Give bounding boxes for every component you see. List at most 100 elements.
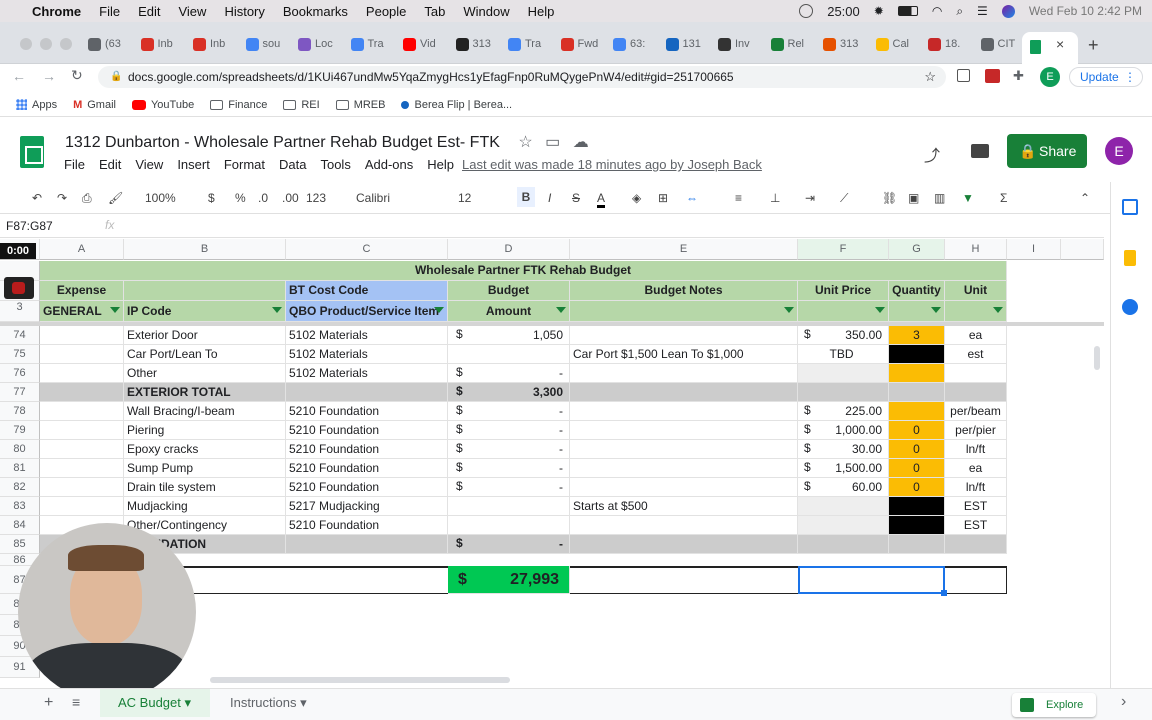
- browser-tab[interactable]: 313: [823, 31, 858, 57]
- active-tab[interactable]: ×: [1022, 32, 1078, 64]
- minimize-window-icon[interactable]: [40, 38, 52, 50]
- italic-button[interactable]: I: [548, 191, 551, 205]
- share-button[interactable]: 🔒 Share: [1007, 134, 1087, 168]
- menu-tab[interactable]: Tab: [424, 4, 445, 19]
- battery-icon[interactable]: [897, 6, 918, 16]
- browser-tab[interactable]: Rel: [770, 31, 804, 57]
- functions-icon[interactable]: Σ: [1000, 191, 1007, 205]
- column-header-f[interactable]: F: [798, 239, 889, 260]
- horizontal-align-icon[interactable]: ≡: [735, 191, 742, 205]
- browser-tab[interactable]: Inv: [718, 31, 750, 57]
- zoom-select[interactable]: 100%: [145, 191, 176, 205]
- currency-format-button[interactable]: $: [208, 191, 215, 205]
- extension-icon[interactable]: [957, 69, 970, 82]
- add-sheet-icon[interactable]: +: [44, 694, 53, 712]
- browser-tab[interactable]: Inb: [193, 31, 225, 57]
- move-folder-icon[interactable]: ▭: [545, 134, 560, 151]
- menu-bookmarks[interactable]: Bookmarks: [283, 4, 348, 19]
- zoom-window-icon[interactable]: [60, 38, 72, 50]
- docs-menu-addons[interactable]: Add-ons: [365, 157, 413, 172]
- vertical-align-icon[interactable]: ⊥: [770, 191, 780, 205]
- column-header-c[interactable]: C: [286, 239, 448, 260]
- side-panel-toggle-icon[interactable]: ›: [1121, 693, 1126, 711]
- text-rotation-icon[interactable]: ⟋: [840, 191, 848, 206]
- menu-people[interactable]: People: [366, 4, 406, 19]
- wifi-icon[interactable]: ◠: [932, 4, 942, 18]
- timer-icon[interactable]: [799, 4, 814, 18]
- menu-app-name[interactable]: Chrome: [32, 4, 81, 19]
- browser-tab[interactable]: 313: [455, 31, 491, 57]
- percent-format-button[interactable]: %: [235, 191, 246, 205]
- column-header-h[interactable]: H: [945, 239, 1007, 260]
- sheets-logo-icon[interactable]: [20, 136, 44, 168]
- docs-menu-edit[interactable]: Edit: [99, 157, 121, 172]
- browser-tab[interactable]: Vid: [403, 31, 436, 57]
- merge-cells-icon[interactable]: ⇔: [686, 191, 698, 205]
- name-box[interactable]: F87:G87: [6, 219, 53, 233]
- explore-button[interactable]: Explore: [1012, 693, 1096, 717]
- bookmark-apps[interactable]: Apps: [16, 99, 57, 111]
- collapse-toolbar-icon[interactable]: ⌃: [1080, 191, 1090, 205]
- filter-dropdown-icon[interactable]: [784, 307, 794, 313]
- back-icon[interactable]: ←: [12, 68, 26, 84]
- docs-menu-format[interactable]: Format: [224, 157, 265, 172]
- title-text[interactable]: 1312 Dunbarton - Wholesale Partner Rehab…: [65, 134, 500, 151]
- row-header[interactable]: 76: [0, 364, 40, 383]
- insert-link-icon[interactable]: ⛓: [882, 191, 897, 205]
- bookmark-star-icon[interactable]: ☆: [924, 66, 936, 88]
- browser-tab[interactable]: (63: [88, 31, 121, 57]
- fill-color-icon[interactable]: ◈: [632, 191, 641, 205]
- extension-badge-icon[interactable]: [985, 69, 1000, 83]
- filter-dropdown-icon[interactable]: [556, 307, 566, 313]
- selection-fill-handle[interactable]: [941, 590, 947, 596]
- forward-icon[interactable]: →: [42, 68, 56, 84]
- docs-menu-data[interactable]: Data: [279, 157, 306, 172]
- filter-dropdown-icon[interactable]: [110, 307, 120, 313]
- filter-dropdown-icon[interactable]: [875, 307, 885, 313]
- bold-button[interactable]: B: [517, 187, 535, 207]
- column-header-e[interactable]: E: [570, 239, 798, 260]
- keep-icon[interactable]: [1124, 250, 1136, 266]
- puzzle-extensions-icon[interactable]: ✚: [1013, 68, 1024, 84]
- update-button[interactable]: Update ⋮: [1069, 67, 1143, 87]
- account-avatar[interactable]: E: [1105, 137, 1133, 165]
- docs-menu-help[interactable]: Help: [427, 157, 454, 172]
- column-header-g[interactable]: G: [889, 239, 945, 260]
- docs-menu-file[interactable]: File: [64, 157, 85, 172]
- cloud-status-icon[interactable]: ☁: [573, 134, 589, 151]
- filter-dropdown-icon[interactable]: [931, 307, 941, 313]
- sheet-tab-instructions[interactable]: Instructions ▾: [218, 689, 328, 717]
- row-header[interactable]: 78: [0, 402, 40, 421]
- close-tab-icon[interactable]: ×: [1056, 36, 1064, 52]
- browser-tab[interactable]: Inb: [140, 31, 173, 57]
- browser-tab[interactable]: sou: [245, 31, 280, 57]
- profile-avatar[interactable]: E: [1040, 67, 1060, 87]
- last-edit-link[interactable]: Last edit was made 18 minutes ago by Jos…: [462, 157, 762, 172]
- sheet-tab-active[interactable]: AC Budget ▾: [100, 689, 210, 717]
- bookmark-mreb[interactable]: MREB: [335, 99, 385, 111]
- calendar-icon[interactable]: [1122, 199, 1138, 215]
- browser-tab[interactable]: Tra: [508, 31, 541, 57]
- horizontal-scrollbar[interactable]: [210, 677, 510, 683]
- menu-view[interactable]: View: [178, 4, 206, 19]
- menu-history[interactable]: History: [224, 4, 264, 19]
- settings-icon[interactable]: ✹: [874, 4, 884, 18]
- font-family-select[interactable]: Calibri: [356, 191, 390, 205]
- row-header[interactable]: 83: [0, 497, 40, 516]
- menu-file[interactable]: File: [99, 4, 120, 19]
- filter-dropdown-icon[interactable]: [993, 307, 1003, 313]
- bookmark-youtube[interactable]: YouTube: [131, 99, 194, 111]
- filter-dropdown-icon[interactable]: [272, 307, 282, 313]
- insert-comment-icon[interactable]: ▣: [908, 191, 919, 205]
- browser-tab[interactable]: Fwd: [560, 31, 598, 57]
- borders-icon[interactable]: ⊞: [658, 191, 668, 205]
- bookmark-finance[interactable]: Finance: [210, 99, 267, 111]
- browser-tab[interactable]: CIT: [980, 31, 1015, 57]
- text-color-button[interactable]: A: [597, 191, 606, 208]
- reload-icon[interactable]: ↻: [71, 67, 83, 84]
- tasks-icon[interactable]: [1122, 299, 1138, 315]
- browser-tab[interactable]: Loc: [298, 31, 333, 57]
- browser-tab[interactable]: 131: [665, 31, 701, 57]
- increase-decimal-button[interactable]: .00: [282, 191, 299, 205]
- filter-icon[interactable]: ▼: [962, 191, 974, 205]
